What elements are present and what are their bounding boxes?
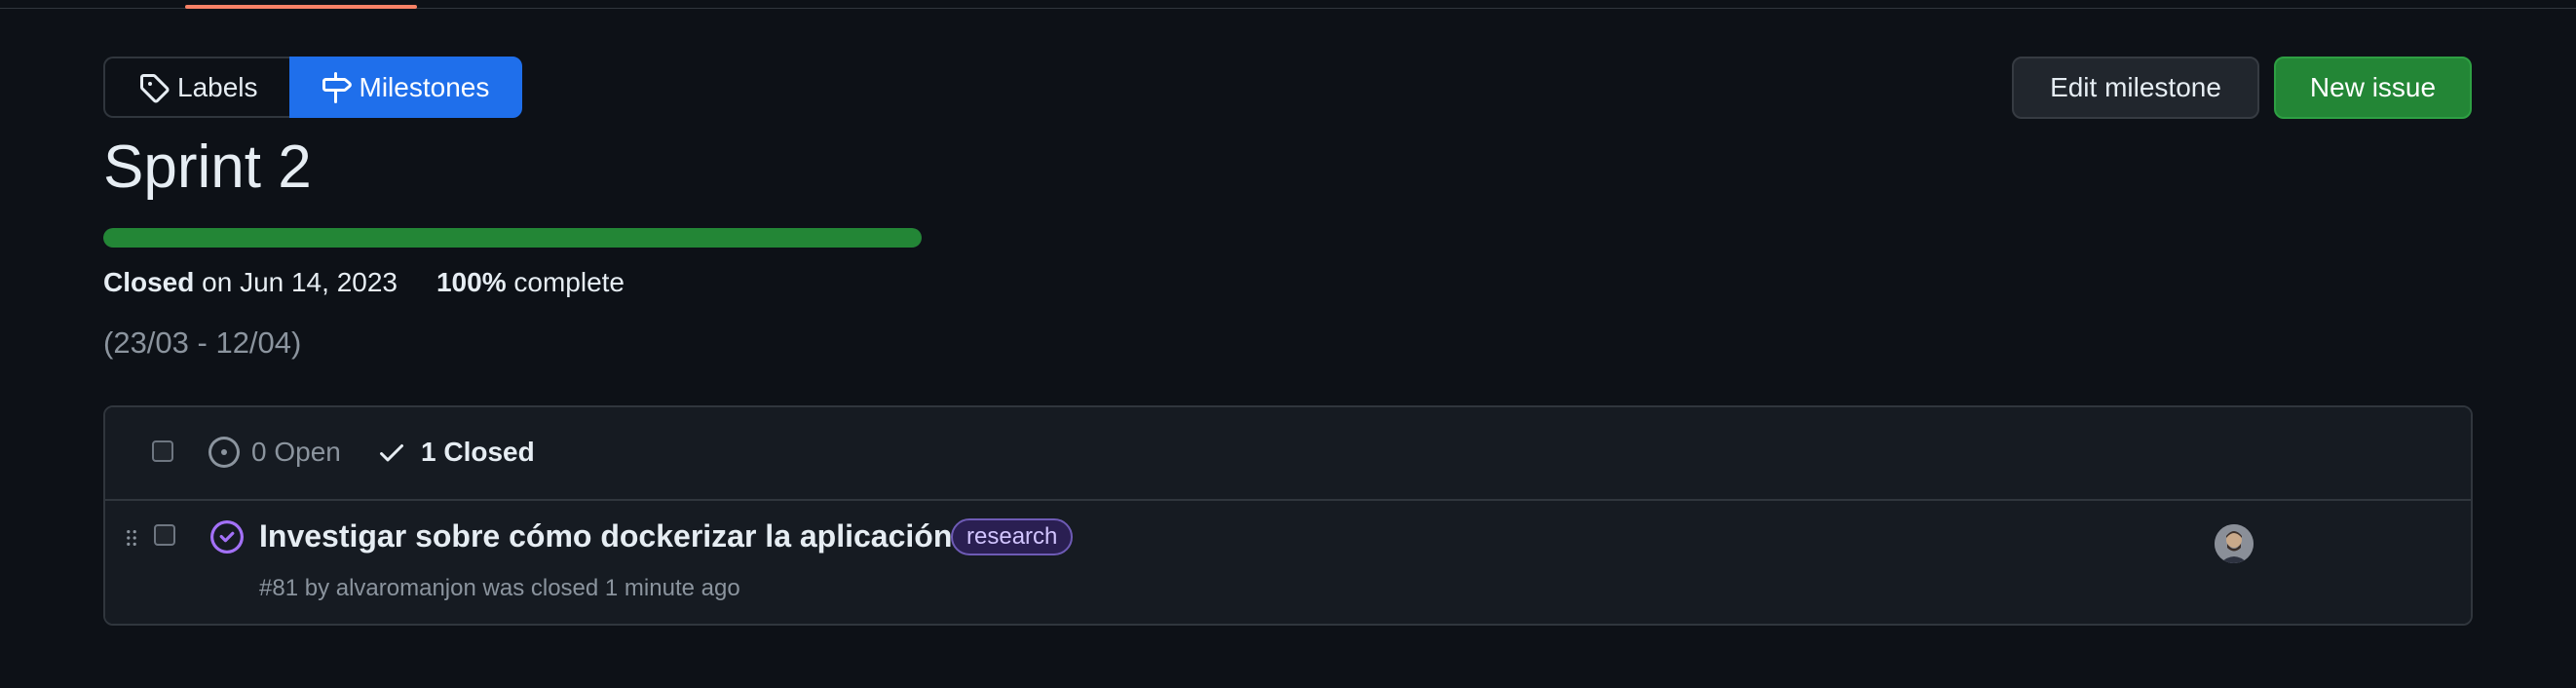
issues-list: 0 Open 1 Closed Investigar sobre cómo do…: [103, 405, 2473, 626]
check-icon: [380, 444, 403, 462]
closed-issues-filter[interactable]: 1 Closed: [376, 437, 535, 468]
tag-icon: [140, 73, 170, 103]
issues-list-header: 0 Open 1 Closed: [105, 407, 2471, 501]
completion-percent: 100%: [436, 267, 507, 297]
issue-number: #81: [259, 575, 299, 601]
labels-tab-label: Labels: [177, 71, 258, 102]
milestones-tab[interactable]: Milestones: [288, 57, 523, 118]
edit-milestone-button[interactable]: Edit milestone: [2012, 57, 2259, 119]
closed-status-word: Closed: [103, 267, 195, 297]
milestone-progress-fill: [103, 228, 922, 248]
closed-date: Closed on Jun 14, 2023: [103, 267, 398, 298]
milestones-tab-label: Milestones: [359, 71, 490, 102]
issue-open-icon: [208, 437, 240, 468]
issue-by-text: by: [304, 575, 330, 601]
issue-title-link[interactable]: Investigar sobre cómo dockerizar la apli…: [259, 518, 952, 554]
closed-date-text: on Jun 14, 2023: [202, 267, 398, 297]
closed-issues-label: 1 Closed: [421, 437, 535, 467]
open-issues-filter[interactable]: 0 Open: [208, 437, 341, 468]
select-all-checkbox[interactable]: [152, 440, 173, 462]
grabber-icon[interactable]: [127, 530, 140, 550]
milestone-title: Sprint 2: [103, 134, 312, 201]
active-tab-underline: [185, 5, 417, 9]
completion-text: complete: [513, 267, 625, 297]
milestone-progress-bar: [103, 228, 922, 248]
issue-select-checkbox[interactable]: [154, 524, 175, 546]
milestone-status-line: Closed on Jun 14, 2023 100% complete: [103, 267, 625, 298]
issue-label-research[interactable]: research: [951, 518, 1074, 555]
assignee-avatar[interactable]: [2215, 524, 2254, 563]
issue-closed-icon: [210, 520, 244, 554]
milestone-description: (23/03 - 12/04): [103, 325, 302, 360]
labels-tab[interactable]: Labels: [103, 57, 289, 118]
milestone-icon: [322, 71, 352, 103]
issue-status-text: was closed 1 minute ago: [482, 575, 740, 601]
labels-milestones-toggle: Labels Milestones: [103, 57, 523, 118]
issue-row: Investigar sobre cómo dockerizar la apli…: [105, 501, 2471, 624]
issue-meta: #81 by alvaromanjon was closed 1 minute …: [259, 575, 740, 602]
open-issues-label: 0 Open: [251, 437, 341, 467]
new-issue-button[interactable]: New issue: [2274, 57, 2472, 119]
completion: 100% complete: [436, 267, 625, 298]
issue-author-link[interactable]: alvaromanjon: [336, 575, 476, 601]
